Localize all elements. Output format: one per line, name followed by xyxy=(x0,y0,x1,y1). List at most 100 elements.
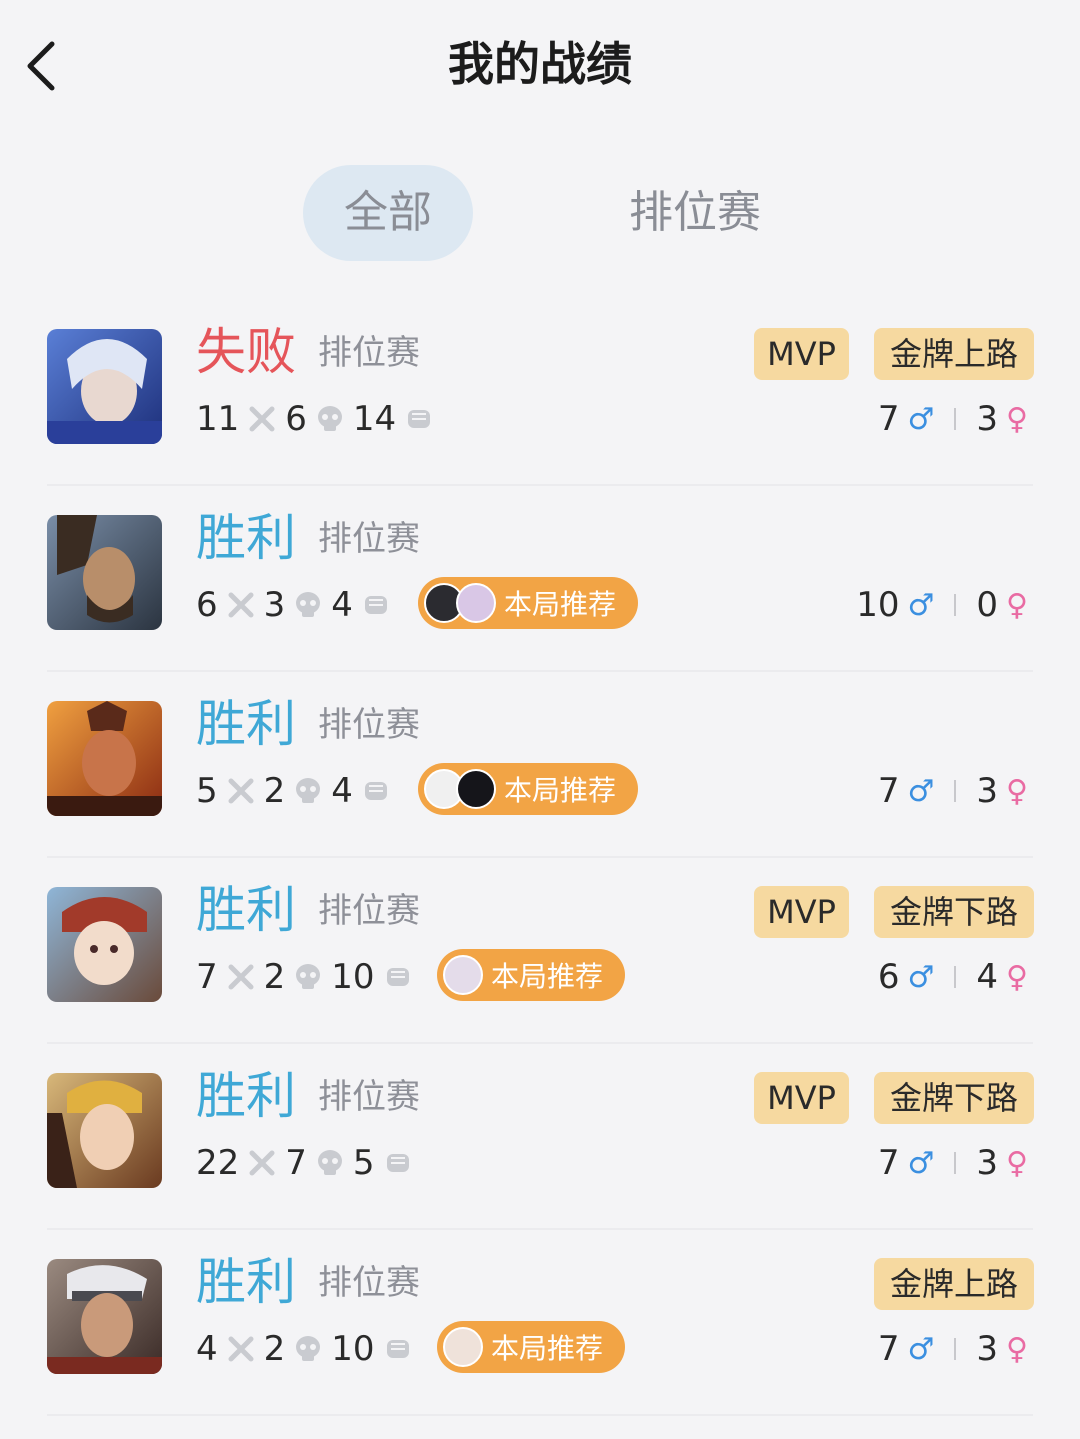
male-icon: ♂ xyxy=(907,959,935,995)
match-row[interactable]: 失败 排位赛 11 6 14 MVP 金牌上路 7 ♂ 3 ♀ xyxy=(0,300,1080,486)
crossed-swords-icon xyxy=(249,406,275,432)
role-badge: 金牌上路 xyxy=(874,1258,1034,1310)
assists-count: 10 xyxy=(331,1329,375,1369)
row-divider xyxy=(47,1414,1033,1416)
header: 我的战绩 xyxy=(0,0,1080,130)
match-mode: 排位赛 xyxy=(318,333,420,373)
fist-icon xyxy=(386,968,409,986)
match-result: 胜利 xyxy=(196,509,296,567)
female-count: 3 xyxy=(976,1329,999,1369)
skull-icon xyxy=(296,592,321,617)
match-result: 胜利 xyxy=(196,1253,296,1311)
kda-stats: 7 2 10 xyxy=(196,954,413,1000)
assists-count: 5 xyxy=(352,1143,375,1183)
match-row[interactable]: 胜利 排位赛 22 7 5 MVP 金牌下路 7 ♂ 3 ♀ xyxy=(0,1044,1080,1230)
hero-avatar xyxy=(47,887,162,1002)
assists-count: 14 xyxy=(352,399,397,439)
divider-line xyxy=(954,1338,957,1360)
gender-stats: 7 ♂ 3 ♀ xyxy=(878,396,1028,442)
mvp-badge: MVP xyxy=(754,1072,849,1124)
female-count: 3 xyxy=(976,771,999,811)
male-count: 7 xyxy=(877,1329,900,1369)
match-result: 失败 xyxy=(196,323,296,381)
skull-icon xyxy=(317,1150,342,1175)
deaths-count: 3 xyxy=(263,585,286,625)
fist-icon xyxy=(386,1340,409,1358)
gender-stats: 6 ♂ 4 ♀ xyxy=(878,954,1028,1000)
assists-count: 4 xyxy=(331,585,353,625)
crossed-swords-icon xyxy=(228,964,254,990)
player-avatar xyxy=(443,955,483,995)
deaths-count: 2 xyxy=(263,1329,286,1369)
hero-avatar xyxy=(47,329,162,444)
tab-all[interactable]: 全部 xyxy=(303,165,473,261)
gender-stats: 7 ♂ 3 ♀ xyxy=(878,768,1028,814)
male-icon: ♂ xyxy=(907,1331,935,1367)
female-count: 0 xyxy=(976,585,999,625)
crossed-swords-icon xyxy=(228,1336,254,1362)
recommend-chip[interactable]: 本局推荐 xyxy=(418,763,639,815)
skull-icon xyxy=(317,406,342,431)
mvp-badge: MVP xyxy=(754,328,849,380)
recommend-chip[interactable]: 本局推荐 xyxy=(437,949,626,1001)
match-mode: 排位赛 xyxy=(318,891,420,931)
match-row[interactable]: 胜利 排位赛 5 2 4 本局推荐 7 ♂ 3 ♀ xyxy=(0,672,1080,858)
female-count: 4 xyxy=(976,957,999,997)
male-count: 6 xyxy=(877,957,900,997)
gender-stats: 7 ♂ 3 ♀ xyxy=(878,1326,1028,1372)
crossed-swords-icon xyxy=(228,778,254,804)
assists-count: 4 xyxy=(331,771,353,811)
assists-count: 10 xyxy=(331,957,375,997)
female-icon: ♀ xyxy=(1006,1331,1028,1367)
crossed-swords-icon xyxy=(249,1150,275,1176)
kills-count: 22 xyxy=(196,1143,240,1183)
match-row[interactable]: 胜利 排位赛 6 3 4 本局推荐 10 ♂ 0 ♀ xyxy=(0,486,1080,672)
recommend-label: 本局推荐 xyxy=(491,960,604,993)
divider-line xyxy=(954,780,957,802)
player-avatar xyxy=(443,1327,483,1367)
male-count: 7 xyxy=(877,399,900,439)
hero-avatar xyxy=(47,701,162,816)
divider-line xyxy=(954,1152,957,1174)
female-count: 3 xyxy=(976,399,999,439)
gender-stats: 7 ♂ 3 ♀ xyxy=(878,1140,1028,1186)
kda-stats: 22 7 5 xyxy=(196,1140,413,1186)
male-count: 7 xyxy=(877,1143,900,1183)
divider-line xyxy=(954,594,957,616)
divider-line xyxy=(954,408,957,430)
male-icon: ♂ xyxy=(907,1145,935,1181)
female-icon: ♀ xyxy=(1006,401,1028,437)
recommend-label: 本局推荐 xyxy=(504,774,617,807)
skull-icon xyxy=(296,964,321,989)
kda-stats: 11 6 14 xyxy=(196,396,434,442)
match-row[interactable]: 胜利 排位赛 4 2 10 本局推荐 金牌上路 7 ♂ 3 ♀ xyxy=(0,1230,1080,1416)
kills-count: 6 xyxy=(196,585,218,625)
skull-icon xyxy=(296,1336,321,1361)
deaths-count: 7 xyxy=(285,1143,307,1183)
match-result: 胜利 xyxy=(196,881,296,939)
kills-count: 4 xyxy=(196,1329,218,1369)
role-badge: 金牌下路 xyxy=(874,886,1034,938)
kda-stats: 4 2 10 xyxy=(196,1326,413,1372)
female-icon: ♀ xyxy=(1006,959,1028,995)
recommend-label: 本局推荐 xyxy=(504,588,617,621)
male-count: 10 xyxy=(856,585,900,625)
male-icon: ♂ xyxy=(907,773,935,809)
match-mode: 排位赛 xyxy=(318,1077,420,1117)
kills-count: 11 xyxy=(196,399,240,439)
recommend-chip[interactable]: 本局推荐 xyxy=(418,577,639,629)
kda-stats: 5 2 4 xyxy=(196,768,391,814)
kda-stats: 6 3 4 xyxy=(196,582,391,628)
kills-count: 5 xyxy=(196,771,218,811)
deaths-count: 2 xyxy=(263,771,286,811)
match-mode: 排位赛 xyxy=(318,1263,420,1303)
match-row[interactable]: 胜利 排位赛 7 2 10 本局推荐 MVP 金牌下路 6 ♂ 4 ♀ xyxy=(0,858,1080,1044)
page-title: 我的战绩 xyxy=(448,37,632,91)
match-mode: 排位赛 xyxy=(318,705,420,745)
deaths-count: 6 xyxy=(285,399,307,439)
tab-ranked[interactable]: 排位赛 xyxy=(600,165,790,261)
female-icon: ♀ xyxy=(1006,1145,1028,1181)
recommend-chip[interactable]: 本局推荐 xyxy=(437,1321,626,1373)
female-count: 3 xyxy=(976,1143,999,1183)
player-avatar xyxy=(456,769,496,809)
